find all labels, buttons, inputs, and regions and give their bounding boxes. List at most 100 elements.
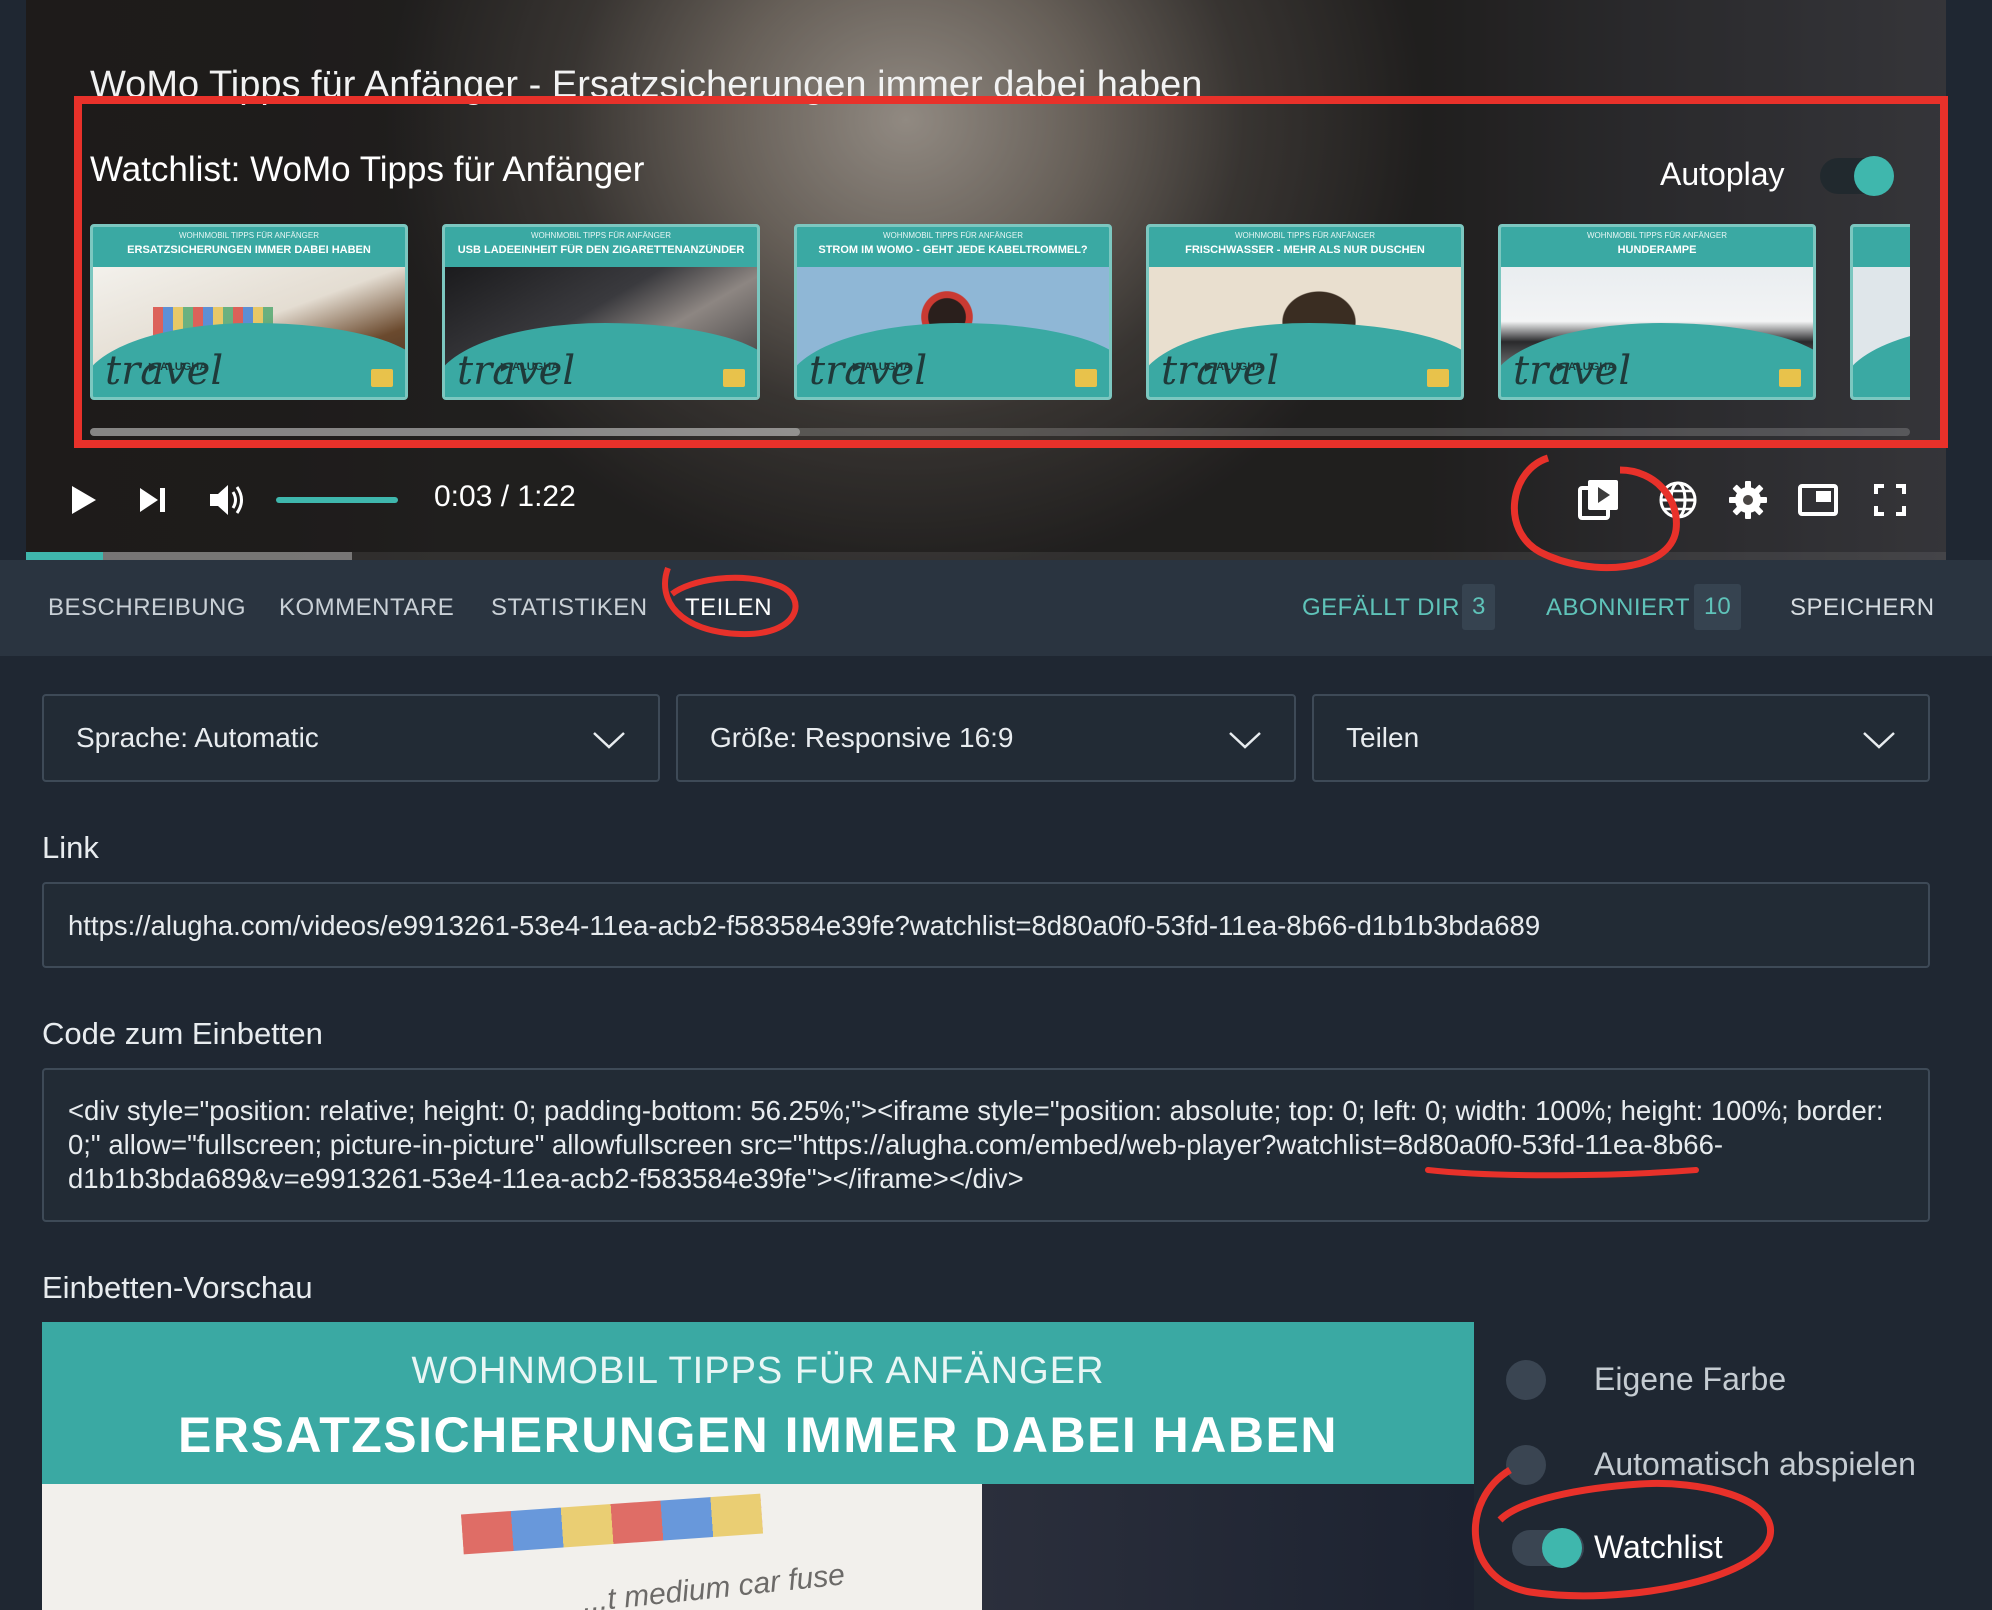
save-button[interactable]: SPEICHERN <box>1790 594 1935 622</box>
watchlist-title: Watchlist: WoMo Tipps für Anfänger <box>90 150 645 189</box>
thumbnail-band: WOHNMOBIL TIPPS FÜR ANFÄNGER USB LADEEIN… <box>445 227 757 267</box>
fullscreen-icon[interactable] <box>1868 478 1912 522</box>
watchlist-scrollbar[interactable] <box>90 428 1910 436</box>
embed-code-field[interactable]: <div style="position: relative; height: … <box>42 1068 1930 1222</box>
brand-logo-icon <box>371 369 393 387</box>
watchlist-thumbnail[interactable]: WOHNMOBIL TIPPS FÜR ANFÄNGER FRISCHWASSE… <box>1146 224 1464 400</box>
played-progress <box>26 552 103 560</box>
volume-slider[interactable] <box>276 497 398 503</box>
thumbnail-series: WOHNMOBIL TIPPS FÜR ANFÄNGER <box>178 231 319 240</box>
watchlist-icon[interactable] <box>1574 474 1624 524</box>
watchlist-overlay: Watchlist: WoMo Tipps für Anfänger Autop… <box>26 110 1946 440</box>
skip-next-icon[interactable] <box>130 478 174 522</box>
thumbnail-brand: ▶ ALUGHA travel <box>105 351 223 391</box>
share-mode-select[interactable]: Teilen <box>1312 694 1930 782</box>
chevron-down-icon <box>593 732 625 749</box>
option-radio[interactable] <box>1506 1360 1546 1400</box>
thumbnail-series: WOHNMOBIL TIPPS FÜR ANFÄNGER <box>882 231 1023 240</box>
chevron-down-icon <box>1229 732 1261 749</box>
option-watchlist[interactable]: Watchlist <box>1506 1523 1946 1573</box>
brand-logo-icon <box>723 369 745 387</box>
thumbnail-band: WOHNMOBIL TIPPS FÜR ANFÄNGER HUNDERAMPE <box>1501 227 1813 267</box>
tab-teilen[interactable]: TEILEN <box>685 594 772 622</box>
thumbnail-series: WOHNMOBIL TIPPS FÜR ANFÄNGER <box>1234 231 1375 240</box>
watchlist-thumbnail[interactable] <box>1850 224 1910 400</box>
autoplay-label: Autoplay <box>1660 156 1785 192</box>
thumbnail-band: WOHNMOBIL TIPPS FÜR ANFÄNGER ERSATZSICHE… <box>93 227 405 267</box>
thumbnail-caption: FRISCHWASSER - MEHR ALS NUR DUSCHEN <box>1185 244 1425 256</box>
option-label: Automatisch abspielen <box>1594 1446 1916 1482</box>
thumbnail-series: WOHNMOBIL TIPPS FÜR ANFÄNGER <box>530 231 671 240</box>
time-display: 0:03 / 1:22 <box>434 480 576 513</box>
thumbnail-brand-sup: ▶ ALUGHA <box>149 361 208 373</box>
tab-kommentare[interactable]: KOMMENTARE <box>279 594 454 622</box>
embed-preview-label: Einbetten-Vorschau <box>42 1270 313 1305</box>
link-value: https://alugha.com/videos/e9913261-53e4-… <box>68 910 1541 941</box>
thumbnail-brand-sup: ▶ ALUGHA <box>501 361 560 373</box>
preview-caption: ERSATZSICHERUNGEN IMMER DABEI HABEN <box>178 1407 1338 1463</box>
thumbnail-series: WOHNMOBIL TIPPS FÜR ANFÄNGER <box>1586 231 1727 240</box>
thumbnail-caption: HUNDERAMPE <box>1617 244 1697 256</box>
brand-logo-icon <box>1427 369 1449 387</box>
toggle-knob <box>1854 156 1894 196</box>
preview-image <box>42 1484 1002 1610</box>
miniplayer-icon[interactable] <box>1796 478 1840 522</box>
thumbnail-brand-sup: ▶ ALUGHA <box>1205 361 1264 373</box>
thumbnail-brand-sup: ▶ ALUGHA <box>1557 361 1616 373</box>
thumbnail-brand: ▶ ALUGHA travel <box>457 351 575 391</box>
watchlist-thumbnail[interactable]: WOHNMOBIL TIPPS FÜR ANFÄNGER STROM IM WO… <box>794 224 1112 400</box>
size-select[interactable]: Größe: Responsive 16:9 <box>676 694 1296 782</box>
thumbnail-brand: ▶ ALUGHA travel <box>1161 351 1279 391</box>
thumbnail-band: WOHNMOBIL TIPPS FÜR ANFÄNGER STROM IM WO… <box>797 227 1109 267</box>
watchlist-thumbnail[interactable]: WOHNMOBIL TIPPS FÜR ANFÄNGER USB LADEEIN… <box>442 224 760 400</box>
size-select-value: Größe: Responsive 16:9 <box>710 722 1014 753</box>
brand-logo-icon <box>1779 369 1801 387</box>
thumbnail-caption: ERSATZSICHERUNGEN IMMER DABEI HABEN <box>127 244 371 256</box>
settings-gear-icon[interactable] <box>1726 478 1770 522</box>
tab-statistiken[interactable]: STATISTIKEN <box>491 594 648 622</box>
like-count: 3 <box>1462 584 1496 630</box>
page-root: WoMo Tipps für Anfänger - Ersatzsicherun… <box>0 0 1992 1610</box>
volume-icon[interactable] <box>204 478 248 522</box>
preview-series: WOHNMOBIL TIPPS FÜR ANFÄNGER <box>411 1350 1105 1392</box>
thumbnail-band <box>1853 227 1910 267</box>
playback-progress-bar[interactable] <box>26 552 1946 560</box>
thumbnail-band: WOHNMOBIL TIPPS FÜR ANFÄNGER FRISCHWASSE… <box>1149 227 1461 267</box>
link-label: Link <box>42 830 99 865</box>
tab-beschreibung[interactable]: BESCHREIBUNG <box>48 594 246 622</box>
autoplay-toggle[interactable] <box>1820 156 1894 196</box>
player-controls: 0:03 / 1:22 <box>26 460 1946 540</box>
watchlist-thumbnail[interactable]: WOHNMOBIL TIPPS FÜR ANFÄNGER HUNDERAMPE … <box>1498 224 1816 400</box>
video-title: WoMo Tipps für Anfänger - Ersatzsicherun… <box>90 64 1203 106</box>
subscriber-count: 10 <box>1694 584 1741 630</box>
watchlist-scrollbar-thumb[interactable] <box>90 428 800 436</box>
embed-code-label: Code zum Einbetten <box>42 1016 323 1051</box>
language-select-value: Sprache: Automatic <box>76 722 319 753</box>
thumbnail-brand-sup: ▶ ALUGHA <box>853 361 912 373</box>
chevron-down-icon <box>1863 732 1895 749</box>
toggle-knob <box>1542 1528 1582 1568</box>
brand-logo-icon <box>1075 369 1097 387</box>
play-icon[interactable] <box>60 478 104 522</box>
thumbnail-brand: ▶ ALUGHA travel <box>809 351 927 391</box>
embed-code-value: <div style="position: relative; height: … <box>68 1095 1884 1194</box>
preview-background <box>982 1484 1474 1610</box>
language-select[interactable]: Sprache: Automatic <box>42 694 660 782</box>
option-radio[interactable] <box>1506 1445 1546 1485</box>
language-globe-icon[interactable] <box>1656 478 1700 522</box>
embed-preview[interactable]: WOHNMOBIL TIPPS FÜR ANFÄNGER ERSATZSICHE… <box>42 1322 1474 1610</box>
option-label: Watchlist <box>1594 1529 1723 1565</box>
option-label: Eigene Farbe <box>1594 1361 1787 1397</box>
link-field[interactable]: https://alugha.com/videos/e9913261-53e4-… <box>42 882 1930 968</box>
subscribe-button[interactable]: ABONNIERT <box>1546 594 1690 622</box>
thumbnail-caption: STROM IM WOMO - GEHT JEDE KABELTROMMEL? <box>818 244 1088 256</box>
watchlist-thumbnail[interactable]: WOHNMOBIL TIPPS FÜR ANFÄNGER ERSATZSICHE… <box>90 224 408 400</box>
share-mode-select-value: Teilen <box>1346 722 1420 753</box>
video-tabs-bar: BESCHREIBUNG KOMMENTARE STATISTIKEN TEIL… <box>0 560 1992 656</box>
like-button[interactable]: GEFÄLLT DIR <box>1302 594 1460 622</box>
watchlist-toggle[interactable] <box>1512 1528 1584 1568</box>
video-player[interactable]: WoMo Tipps für Anfänger - Ersatzsicherun… <box>26 0 1946 560</box>
option-automatisch-abspielen[interactable]: Automatisch abspielen <box>1506 1440 1946 1490</box>
thumbnail-brand: ▶ ALUGHA travel <box>1513 351 1631 391</box>
option-eigene-farbe[interactable]: Eigene Farbe <box>1506 1355 1946 1405</box>
